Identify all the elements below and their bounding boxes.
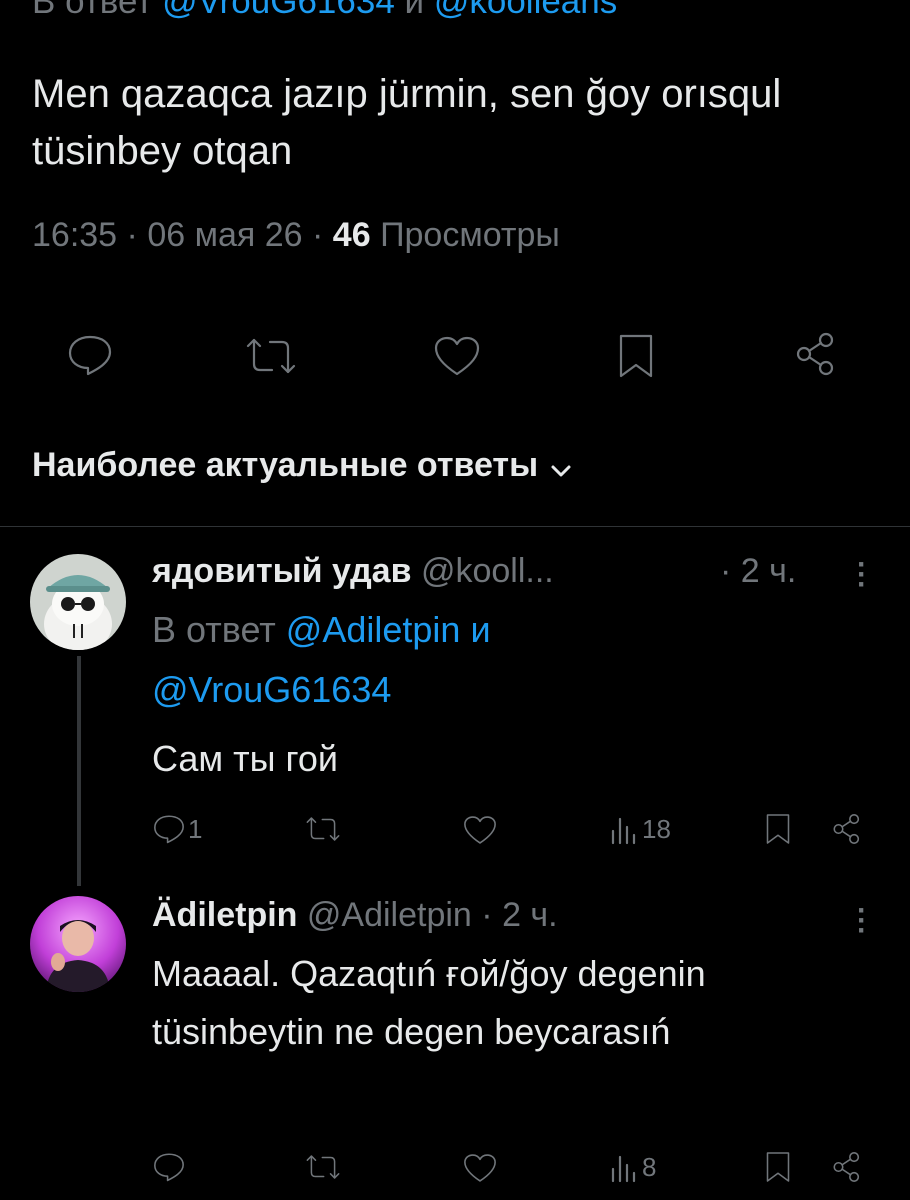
main-tweet-meta: 16:35 · 06 мая 26 · 46 Просмотры — [32, 216, 560, 255]
tweet-date[interactable]: 06 мая 26 — [147, 216, 302, 254]
replies-sort-dropdown[interactable]: Наиболее актуальные ответы — [32, 446, 572, 487]
share-icon — [833, 1152, 860, 1182]
reply-context: В ответ @Adiletpin и @VrouG61634 — [152, 600, 852, 720]
user-handle[interactable]: @Adiletpin — [307, 896, 472, 934]
reply-joiner: и — [470, 609, 491, 650]
bookmark-action[interactable] — [764, 1150, 792, 1184]
reply-prefix: В ответ — [32, 0, 153, 21]
views-count: 18 — [642, 814, 671, 844]
section-title: Наиболее актуальные ответы — [32, 446, 539, 484]
reply-count: 1 — [188, 813, 203, 844]
mention-link[interactable]: @koolleans — [434, 0, 617, 21]
meta-separator: · — [481, 896, 493, 934]
reply-icon — [154, 815, 184, 844]
display-name[interactable]: ядовитый удав — [152, 552, 411, 590]
bookmark-action[interactable] — [764, 812, 792, 846]
retweet-action[interactable] — [304, 814, 342, 844]
reply-header: Ädiletpin @Adiletpin · 2 ч. — [152, 896, 558, 935]
reply-prefix: В ответ — [152, 609, 276, 650]
like-icon — [464, 816, 496, 844]
avatar[interactable] — [30, 554, 126, 650]
retweet-action[interactable] — [304, 1152, 342, 1182]
meta-separator: · — [126, 216, 138, 254]
mention-link[interactable]: @Adiletpin — [286, 609, 461, 650]
reply-icon — [154, 1153, 184, 1182]
retweet-icon[interactable] — [244, 334, 298, 378]
retweet-icon — [306, 817, 340, 841]
views-label: Просмотры — [380, 216, 560, 254]
views-count: 8 — [642, 1152, 657, 1182]
chevron-down-icon — [550, 448, 572, 487]
reply-text: Сам ты гой — [152, 738, 339, 779]
share-icon — [833, 814, 860, 844]
like-action[interactable] — [462, 1152, 498, 1184]
main-tweet-text: Men qazaqca jazıp jürmin, sen ğoy orısqu… — [32, 72, 782, 173]
like-action[interactable] — [462, 814, 498, 846]
bookmark-icon — [766, 814, 790, 844]
main-reply-context: В ответ @VrouG61634 и @koolleans — [32, 0, 617, 22]
reply-timestamp[interactable]: 2 ч. — [741, 552, 797, 590]
reply-text: Maaaal. Qazaqtıń ғой/ğoy degenin tüsinbe… — [152, 953, 706, 1052]
views-icon — [611, 1155, 636, 1182]
reply-action[interactable]: 1 — [152, 812, 202, 846]
display-name[interactable]: Ädiletpin — [152, 896, 297, 934]
bookmark-icon — [766, 1152, 790, 1182]
like-icon — [464, 1154, 496, 1182]
reply-action[interactable] — [152, 1150, 186, 1184]
reply-joiner: и — [404, 0, 425, 21]
meta-separator: · — [720, 552, 732, 590]
views-icon — [611, 817, 636, 844]
thread-connector — [77, 656, 81, 886]
section-divider — [0, 526, 910, 527]
user-handle[interactable]: @kooll... — [421, 552, 554, 590]
share-action[interactable] — [830, 812, 864, 846]
tweet-time[interactable]: 16:35 — [32, 216, 117, 254]
reply-age: · 2 ч. — [720, 552, 796, 591]
more-options-icon[interactable]: · · · — [852, 550, 872, 600]
avatar[interactable] — [30, 896, 126, 992]
like-icon[interactable] — [432, 334, 482, 378]
mention-link[interactable]: @VrouG61634 — [162, 0, 395, 21]
bookmark-icon[interactable] — [616, 332, 656, 380]
reply-header: ядовитый удав @kooll... — [152, 552, 554, 591]
reply-icon[interactable] — [66, 332, 114, 378]
mention-link[interactable]: @VrouG61634 — [152, 669, 391, 710]
views-action[interactable]: 8 — [610, 1152, 656, 1183]
share-icon[interactable] — [792, 330, 840, 378]
meta-separator: · — [312, 216, 324, 254]
share-action[interactable] — [830, 1150, 864, 1184]
reply-timestamp[interactable]: 2 ч. — [502, 896, 558, 934]
more-options-icon[interactable]: · · · — [852, 896, 872, 946]
views-count: 46 — [332, 216, 371, 254]
retweet-icon — [306, 1155, 340, 1179]
views-action[interactable]: 18 — [610, 814, 671, 845]
